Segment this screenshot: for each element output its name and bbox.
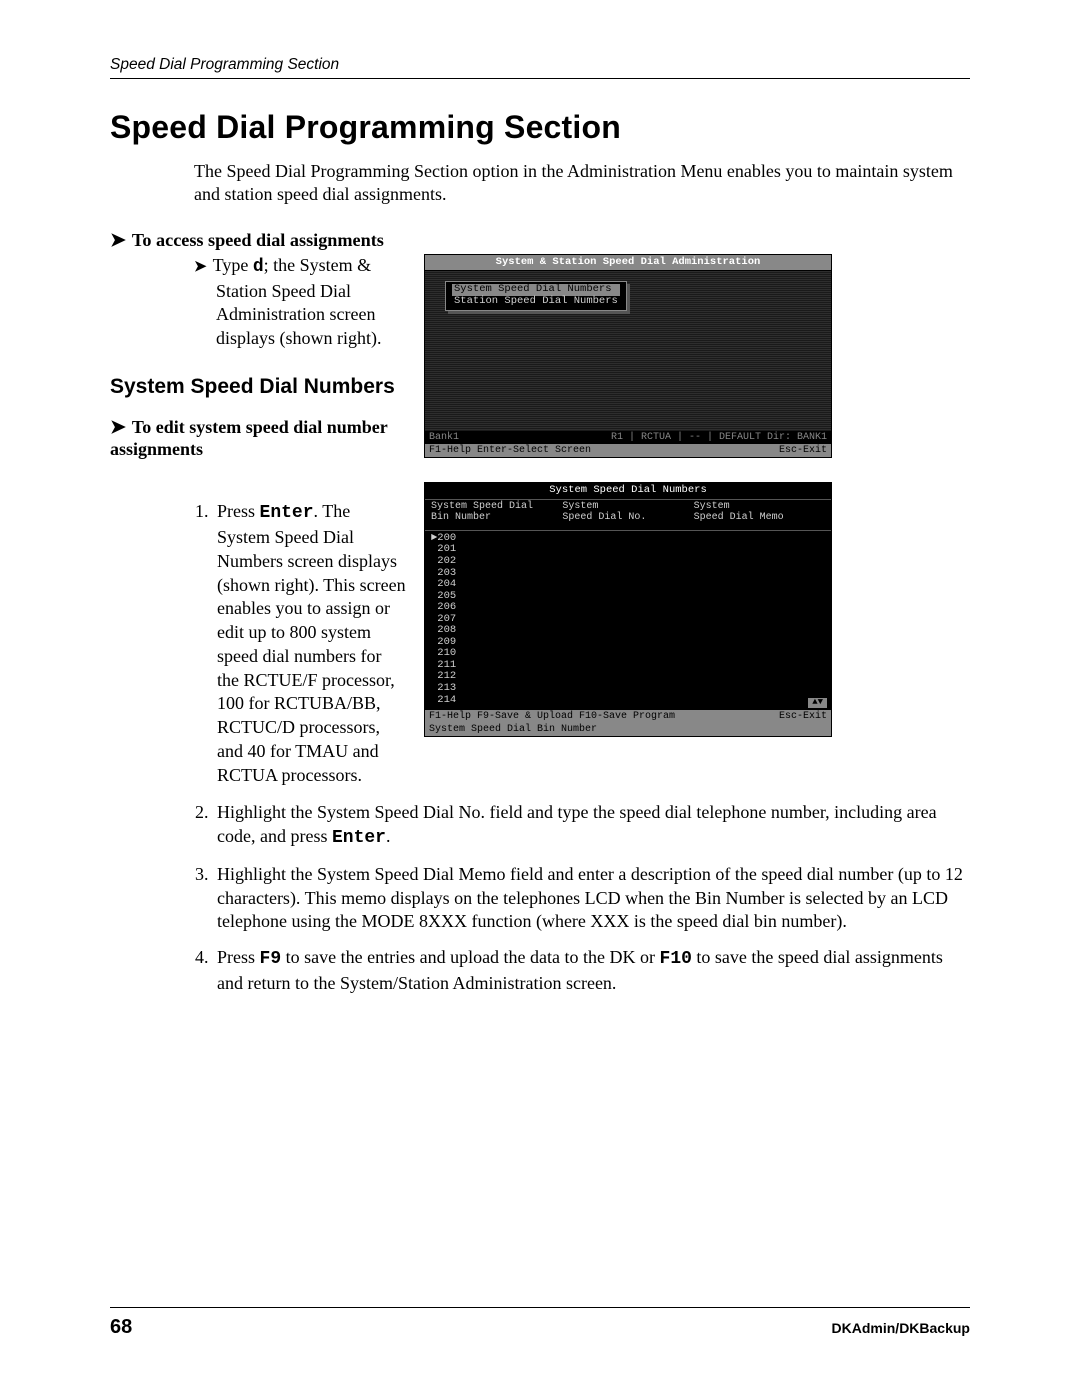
access-heading-text: To access speed dial assignments bbox=[132, 230, 384, 250]
bin-row: 203 bbox=[431, 568, 825, 580]
step-4: Press F9 to save the entries and upload … bbox=[213, 946, 970, 996]
access-sub-bullet: ➤Type d; the System & Station Speed Dial… bbox=[194, 254, 406, 351]
ss2-col2: System Speed Dial No. bbox=[562, 501, 693, 523]
ss1-menu: System Speed Dial Numbers Station Speed … bbox=[445, 281, 627, 311]
bin-row: 201 bbox=[431, 544, 825, 556]
document-id: DKAdmin/DKBackup bbox=[832, 1320, 970, 1336]
bin-row: 214 bbox=[431, 695, 825, 707]
bin-row: 210 bbox=[431, 648, 825, 660]
header-rule bbox=[110, 78, 970, 79]
arrow-icon: ➤ bbox=[110, 230, 126, 251]
bin-row: 209 bbox=[431, 637, 825, 649]
key-enter: Enter bbox=[260, 503, 314, 523]
step-3: Highlight the System Speed Dial Memo fie… bbox=[213, 863, 970, 934]
system-speed-dial-screenshot: System Speed Dial Numbers System Speed D… bbox=[424, 482, 832, 737]
page-number: 68 bbox=[110, 1316, 132, 1339]
h2-system-speed-dial-numbers: System Speed Dial Numbers bbox=[110, 375, 406, 398]
bin-row: 212 bbox=[431, 671, 825, 683]
ss1-title: System & Station Speed Dial Administrati… bbox=[425, 255, 831, 272]
ss2-col1: System Speed Dial Bin Number bbox=[431, 501, 562, 523]
bin-row: 202 bbox=[431, 556, 825, 568]
step-1: Press Enter. The System Speed Dial Numbe… bbox=[213, 500, 406, 787]
ss1-help-right: Esc-Exit bbox=[779, 445, 827, 456]
key-d: d bbox=[253, 257, 264, 277]
bin-row: ►200 bbox=[431, 533, 825, 545]
admin-menu-screenshot: System & Station Speed Dial Administrati… bbox=[424, 254, 832, 459]
ss2-help-left: F1-Help F9-Save & Upload F10-Save Progra… bbox=[429, 711, 675, 722]
ss2-title: System Speed Dial Numbers bbox=[425, 483, 831, 500]
running-header: Speed Dial Programming Section bbox=[110, 56, 970, 74]
menu-item-station-speed-dial: Station Speed Dial Numbers bbox=[452, 296, 620, 308]
ss1-status-left: Bank1 bbox=[429, 432, 459, 443]
arrow-icon: ➤ bbox=[110, 417, 126, 438]
bin-row: 211 bbox=[431, 660, 825, 672]
key-enter: Enter bbox=[332, 828, 386, 848]
arrow-icon: ➤ bbox=[194, 259, 207, 275]
bin-row: 206 bbox=[431, 602, 825, 614]
bin-row: 205 bbox=[431, 591, 825, 603]
bin-row: 213 bbox=[431, 683, 825, 695]
access-heading: ➤ To access speed dial assignments bbox=[110, 229, 970, 252]
ss2-hint: System Speed Dial Bin Number bbox=[429, 724, 597, 735]
bin-row: 204 bbox=[431, 579, 825, 591]
key-f9: F9 bbox=[260, 949, 282, 969]
scroll-indicator-icon: ▲▼ bbox=[808, 698, 827, 708]
ss2-col3: System Speed Dial Memo bbox=[694, 501, 825, 523]
footer-rule bbox=[110, 1307, 970, 1308]
ss1-status-right: R1 | RCTUA | -- | DEFAULT Dir: BANK1 bbox=[611, 432, 827, 443]
bin-row: 208 bbox=[431, 625, 825, 637]
key-f10: F10 bbox=[660, 949, 692, 969]
ss2-column-headers: System Speed Dial Bin Number System Spee… bbox=[425, 500, 831, 525]
ss1-help-left: F1-Help Enter-Select Screen bbox=[429, 445, 591, 456]
edit-heading: ➤To edit system speed dial number assign… bbox=[110, 416, 406, 460]
page-title: Speed Dial Programming Section bbox=[110, 109, 970, 146]
step-2: Highlight the System Speed Dial No. fiel… bbox=[213, 801, 970, 851]
ss2-help-right: Esc-Exit bbox=[779, 711, 827, 722]
bin-row: 207 bbox=[431, 614, 825, 626]
intro-paragraph: The Speed Dial Programming Section optio… bbox=[194, 160, 970, 207]
